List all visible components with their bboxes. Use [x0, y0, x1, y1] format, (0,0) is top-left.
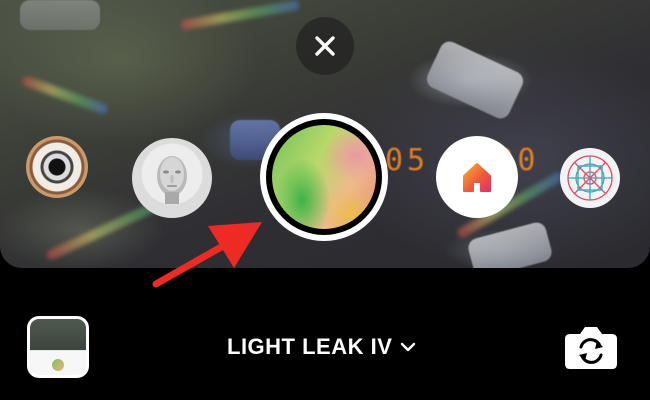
light-leak-preview [272, 125, 376, 229]
effect-light-leak-selected[interactable] [260, 113, 388, 241]
flip-camera-icon[interactable] [562, 322, 620, 372]
head-icon [157, 156, 187, 204]
chevron-down-icon [401, 342, 416, 352]
annotation-arrow-icon [152, 222, 262, 288]
close-button[interactable] [296, 17, 354, 75]
gallery-thumbnail [52, 359, 64, 371]
street-car [20, 0, 100, 30]
effect-home[interactable] [436, 136, 518, 218]
street-car [423, 38, 527, 122]
effect-eye[interactable] [26, 136, 88, 198]
pattern-icon [567, 155, 613, 201]
effect-name-label: LIGHT LEAK IV [227, 334, 393, 359]
effect-pattern[interactable] [560, 148, 620, 208]
light-streak [21, 74, 109, 116]
close-icon [315, 36, 335, 56]
effect-name-selector[interactable]: LIGHT LEAK IV [227, 332, 416, 362]
effect-head[interactable] [132, 138, 212, 218]
light-streak [180, 0, 300, 31]
home-icon [463, 163, 491, 192]
gallery-button[interactable] [27, 316, 89, 378]
